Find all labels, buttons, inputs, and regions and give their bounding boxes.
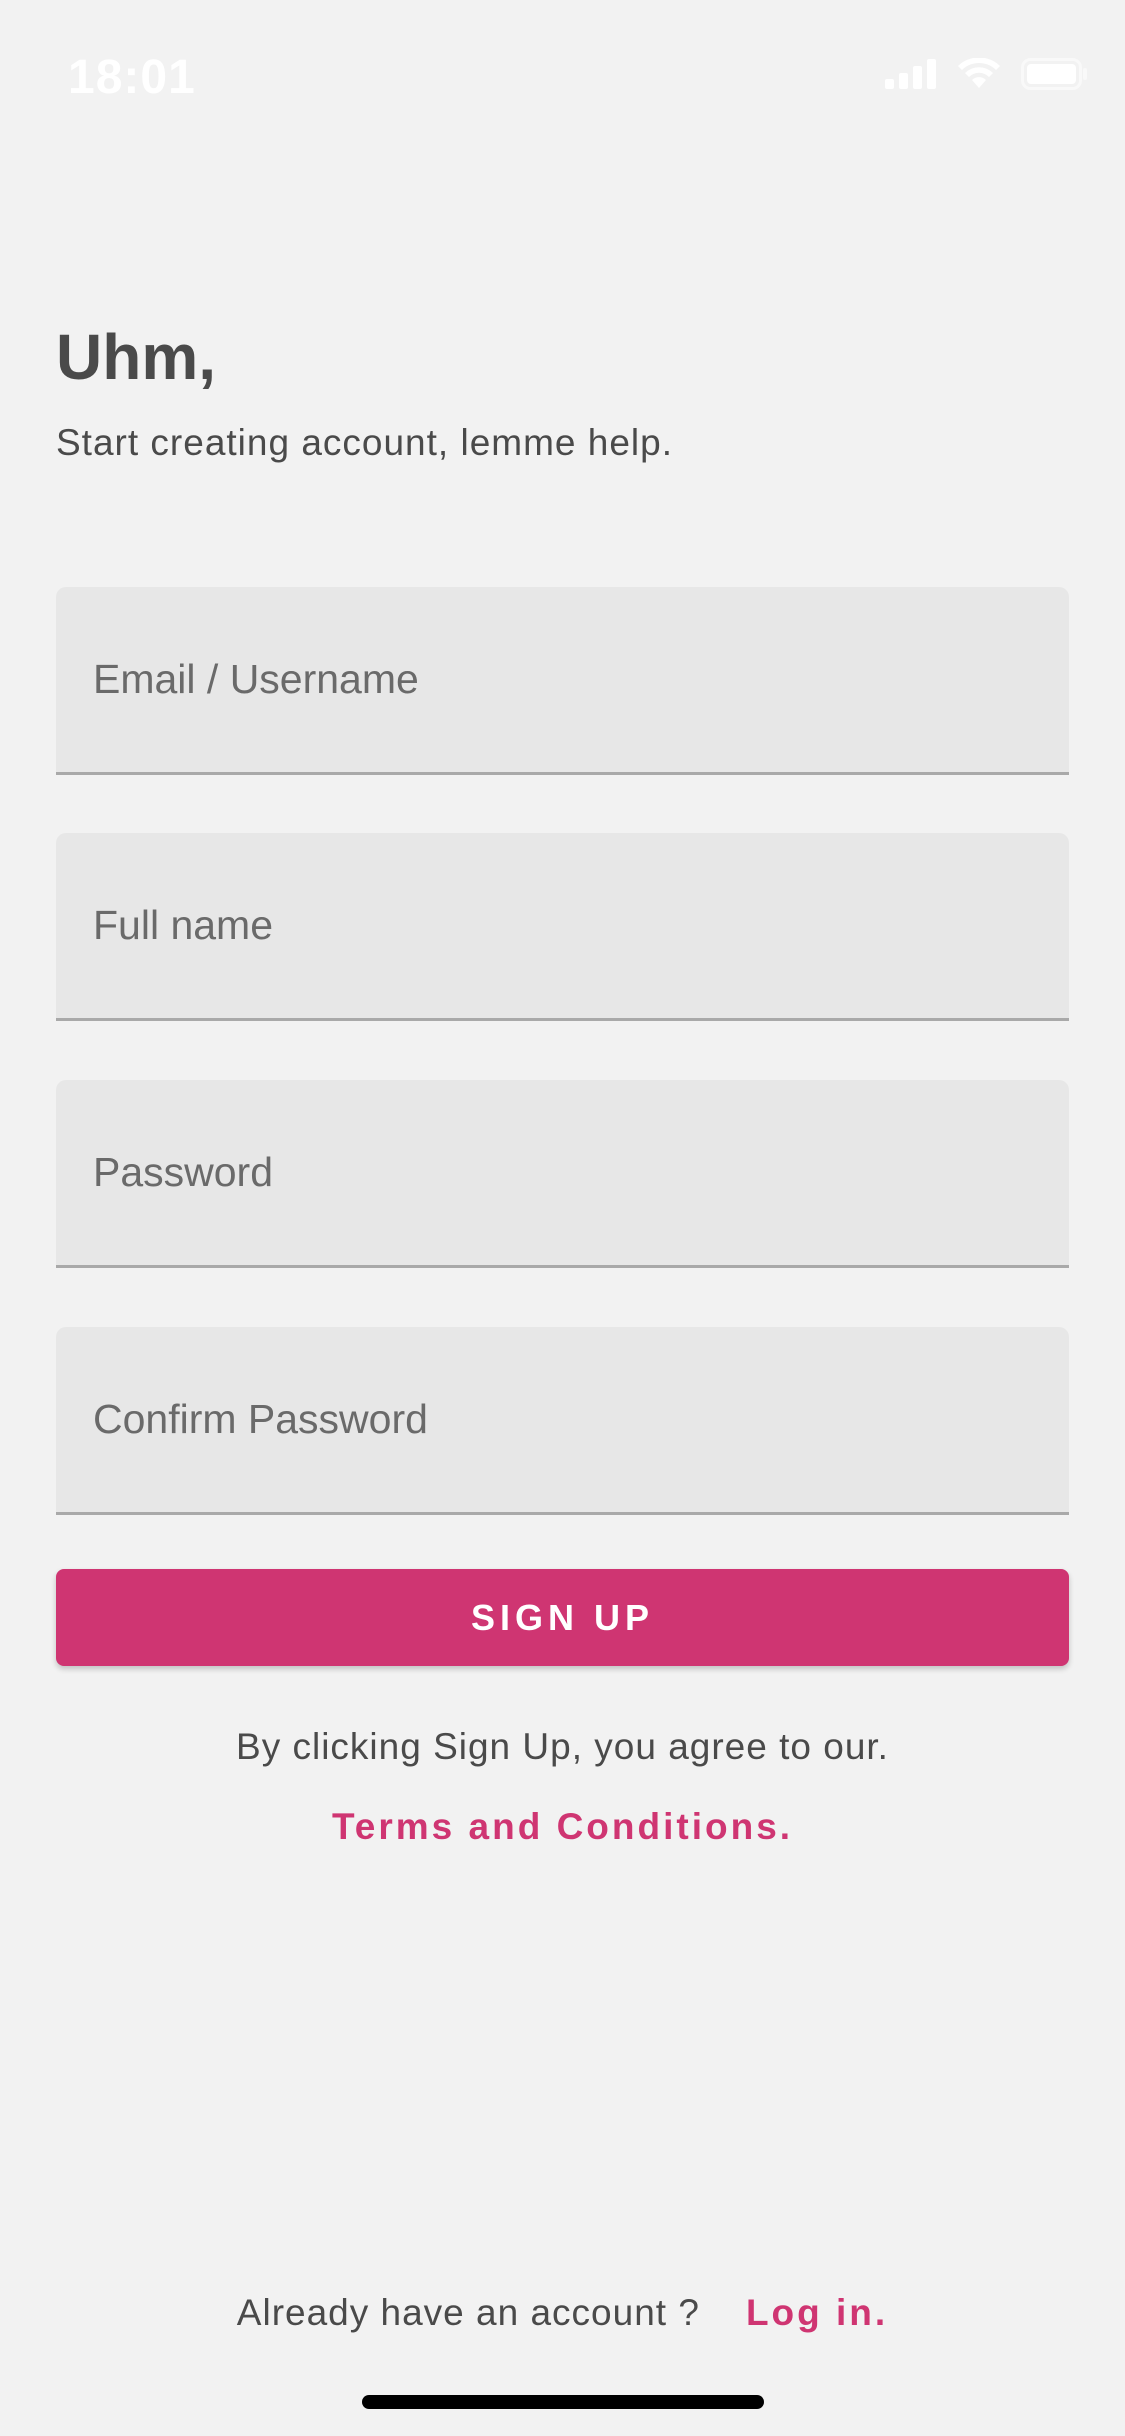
signup-screen: 18:01 Uhm, Start creating account, lemme… [0, 0, 1125, 2436]
home-indicator [362, 2395, 764, 2409]
agreement-text: By clicking Sign Up, you agree to our. [236, 1726, 889, 1767]
fullname-field-container [56, 833, 1069, 1021]
login-footer: Already have an account ? Log in. [0, 2292, 1125, 2334]
log-in-link[interactable]: Log in. [746, 2292, 888, 2333]
full-name-input[interactable] [56, 833, 1069, 1018]
page-title: Uhm, [56, 321, 216, 393]
password-input[interactable] [56, 1080, 1069, 1265]
email-username-input[interactable] [56, 587, 1069, 772]
sign-up-button[interactable]: SIGN UP [56, 1569, 1069, 1666]
page-subtitle: Start creating account, lemme help. [56, 422, 674, 463]
status-time: 18:01 [68, 51, 196, 104]
wifi-icon [957, 57, 1001, 95]
terms-link-row: Terms and Conditions. [0, 1806, 1125, 1848]
status-icons [885, 57, 1089, 95]
terms-and-conditions-link[interactable]: Terms and Conditions. [332, 1806, 793, 1847]
email-field-container [56, 587, 1069, 775]
password-field-container [56, 1080, 1069, 1268]
confirm-password-field-container [56, 1327, 1069, 1515]
already-have-account-text: Already have an account ? [236, 2292, 700, 2333]
cellular-signal-icon [885, 59, 937, 94]
battery-icon [1021, 58, 1089, 95]
confirm-password-input[interactable] [56, 1327, 1069, 1512]
